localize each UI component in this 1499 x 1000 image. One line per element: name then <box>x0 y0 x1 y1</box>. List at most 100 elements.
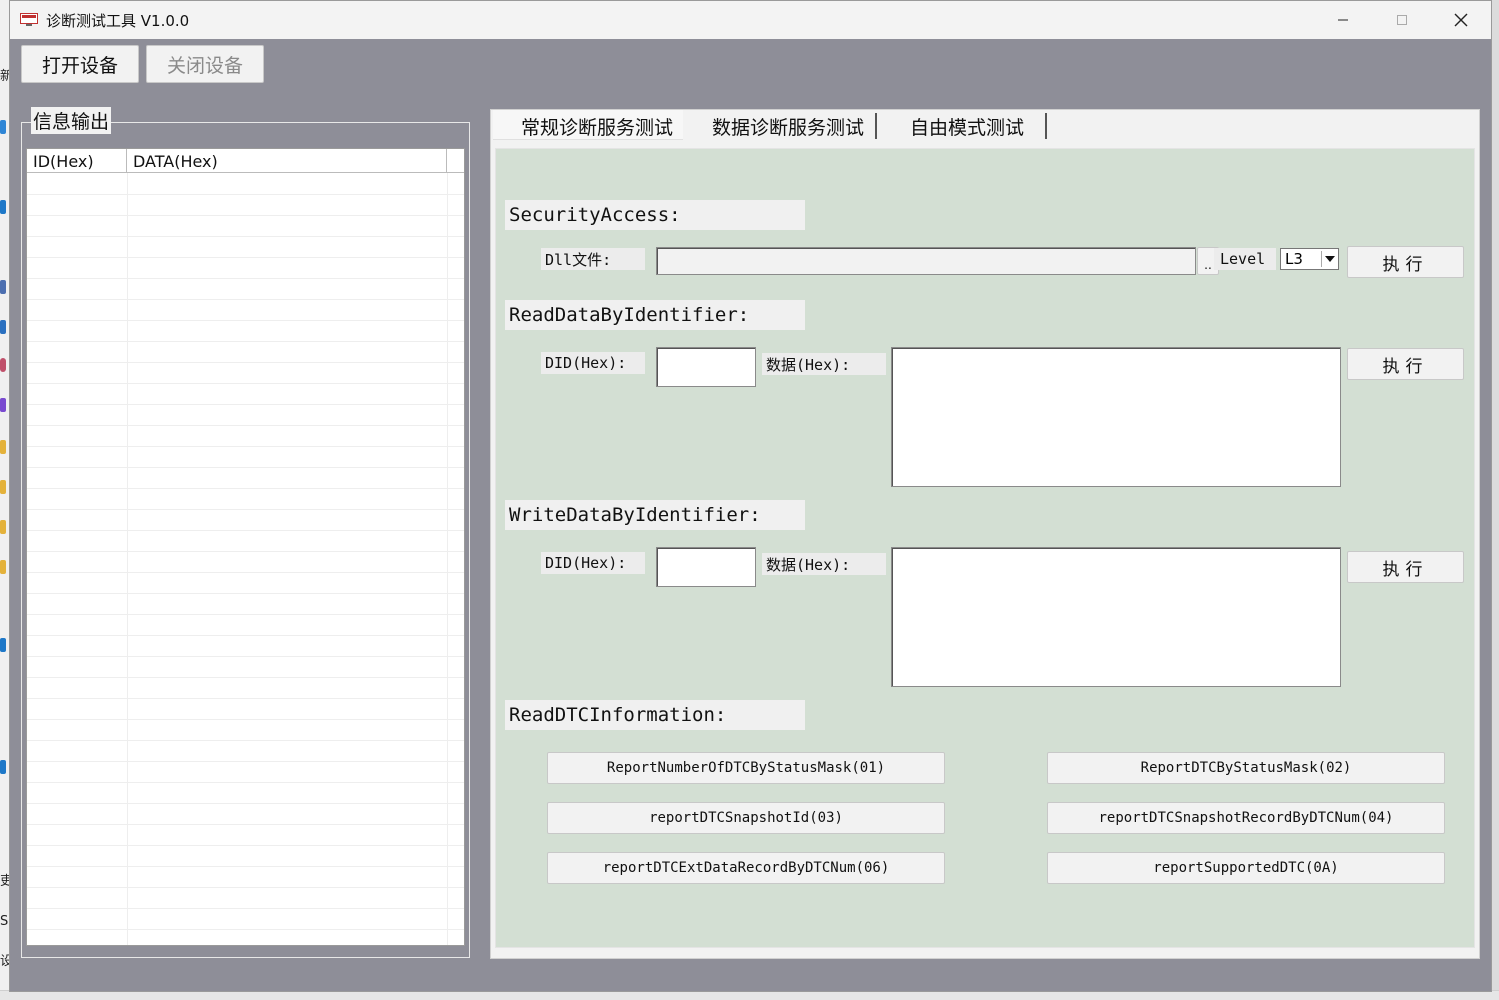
desktop-icon <box>0 320 6 334</box>
table-row[interactable] <box>27 929 464 945</box>
column-header-data[interactable]: DATA(Hex) <box>127 149 447 173</box>
close-icon <box>1454 13 1468 27</box>
table-row[interactable] <box>27 803 464 825</box>
desktop-icon <box>0 440 6 454</box>
desktop-icon <box>0 560 6 574</box>
read-did-execute-button[interactable]: 执行 <box>1347 348 1464 380</box>
table-row[interactable] <box>27 824 464 846</box>
grid-column-line <box>447 173 448 945</box>
table-row[interactable] <box>27 572 464 594</box>
dll-file-input[interactable] <box>656 247 1196 275</box>
dropdown-arrow-icon <box>1321 251 1337 267</box>
read-did-title: ReadDataByIdentifier: <box>505 300 805 330</box>
minimize-icon <box>1338 19 1348 21</box>
desktop-icon <box>0 200 6 214</box>
table-row[interactable] <box>27 698 464 720</box>
tab-general-diagnostics[interactable]: 常规诊断服务测试 <box>503 113 691 139</box>
table-header: ID(Hex) DATA(Hex) <box>27 149 464 173</box>
table-row[interactable] <box>27 509 464 531</box>
column-header-id[interactable]: ID(Hex) <box>27 149 127 173</box>
table-row[interactable] <box>27 551 464 573</box>
write-did-execute-button[interactable]: 执行 <box>1347 551 1464 583</box>
desktop-icon <box>0 398 6 412</box>
table-row[interactable] <box>27 446 464 468</box>
dtc-report-supported-button[interactable]: reportSupportedDTC(0A) <box>1047 852 1445 884</box>
dtc-report-number-by-status-mask-button[interactable]: ReportNumberOfDTCByStatusMask(01) <box>547 752 945 784</box>
desktop-icon <box>0 760 6 774</box>
table-row[interactable] <box>27 887 464 909</box>
close-window-button[interactable] <box>1432 1 1490 39</box>
table-row[interactable] <box>27 404 464 426</box>
window-title: 诊断测试工具 V1.0.0 <box>46 12 190 30</box>
level-label: Level <box>1214 248 1276 270</box>
info-output-table[interactable]: ID(Hex) DATA(Hex) <box>26 148 465 946</box>
desktop-icon <box>0 358 6 372</box>
table-row[interactable] <box>27 467 464 489</box>
level-select[interactable]: L3 <box>1280 248 1339 270</box>
write-did-title: WriteDataByIdentifier: <box>505 500 805 530</box>
open-device-button[interactable]: 打开设备 <box>21 45 139 83</box>
table-row[interactable] <box>27 530 464 552</box>
write-did-label: DID(Hex): <box>541 552 645 574</box>
dtc-report-snapshot-record-button[interactable]: reportDTCSnapshotRecordByDTCNum(04) <box>1047 802 1445 834</box>
dtc-report-by-status-mask-button[interactable]: ReportDTCByStatusMask(02) <box>1047 752 1445 784</box>
read-dtc-title: ReadDTCInformation: <box>505 700 805 730</box>
desktop-icon <box>0 280 6 294</box>
table-row[interactable] <box>27 215 464 237</box>
table-row[interactable] <box>27 278 464 300</box>
tab-free-mode[interactable]: 自由模式测试 <box>889 113 1047 139</box>
dtc-report-ext-data-record-button[interactable]: reportDTCExtDataRecordByDTCNum(06) <box>547 852 945 884</box>
info-output-title: 信息输出 <box>31 107 112 134</box>
app-monitor-icon <box>20 12 38 26</box>
table-row[interactable] <box>27 635 464 657</box>
desktop-icon <box>0 120 6 134</box>
table-row[interactable] <box>27 740 464 762</box>
table-row[interactable] <box>27 845 464 867</box>
table-row[interactable] <box>27 299 464 321</box>
table-row[interactable] <box>27 257 464 279</box>
desktop-icon <box>0 520 6 534</box>
table-row[interactable] <box>27 866 464 888</box>
desktop-text-fragment: S <box>0 914 9 929</box>
table-row[interactable] <box>27 236 464 258</box>
table-row[interactable] <box>27 362 464 384</box>
table-row[interactable] <box>27 782 464 804</box>
dll-file-label: Dll文件: <box>541 248 645 270</box>
security-access-title: SecurityAccess: <box>505 200 805 230</box>
tab-data-diagnostics[interactable]: 数据诊断服务测试 <box>701 113 877 139</box>
table-row[interactable] <box>27 320 464 342</box>
read-did-input[interactable] <box>656 347 756 387</box>
grid-column-line <box>127 173 128 945</box>
maximize-icon <box>1397 15 1407 25</box>
app-window: 诊断测试工具 V1.0.0 打开设备 关闭设备 信息输出 ID(Hex) DAT… <box>9 0 1492 992</box>
write-data-label: 数据(Hex): <box>762 553 886 575</box>
title-bar[interactable]: 诊断测试工具 V1.0.0 <box>10 1 1491 39</box>
table-row[interactable] <box>27 719 464 741</box>
table-row[interactable] <box>27 383 464 405</box>
level-select-value: L3 <box>1285 250 1303 268</box>
table-row[interactable] <box>27 425 464 447</box>
table-row[interactable] <box>27 194 464 216</box>
table-row[interactable] <box>27 761 464 783</box>
table-row[interactable] <box>27 908 464 930</box>
security-access-execute-button[interactable]: 执行 <box>1347 246 1464 278</box>
table-row[interactable] <box>27 488 464 510</box>
table-row[interactable] <box>27 614 464 636</box>
table-row[interactable] <box>27 341 464 363</box>
read-data-label: 数据(Hex): <box>762 353 886 375</box>
table-row[interactable] <box>27 173 464 195</box>
close-device-button[interactable]: 关闭设备 <box>146 45 264 83</box>
tab-page-data-diagnostics: SecurityAccess: Dll文件: .. Level L3 执行 Re… <box>495 148 1475 948</box>
desktop-icon <box>0 638 6 652</box>
read-data-textarea[interactable] <box>891 347 1341 487</box>
table-row[interactable] <box>27 656 464 678</box>
minimize-button[interactable] <box>1314 1 1372 39</box>
write-data-textarea[interactable] <box>891 547 1341 687</box>
read-did-label: DID(Hex): <box>541 352 645 374</box>
write-did-input[interactable] <box>656 547 756 587</box>
table-row[interactable] <box>27 593 464 615</box>
dtc-report-snapshot-id-button[interactable]: reportDTCSnapshotId(03) <box>547 802 945 834</box>
tab-widget: 常规诊断服务测试 数据诊断服务测试 自由模式测试 SecurityAccess:… <box>490 109 1480 959</box>
maximize-button[interactable] <box>1373 1 1431 39</box>
table-row[interactable] <box>27 677 464 699</box>
